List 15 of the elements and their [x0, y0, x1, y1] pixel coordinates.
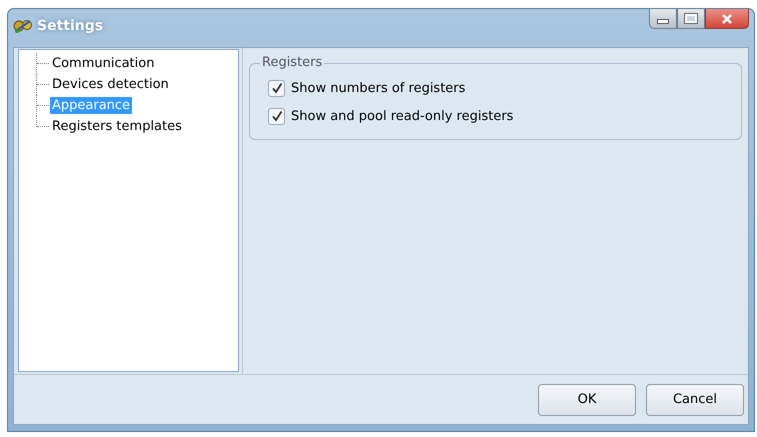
maximize-button[interactable]	[677, 9, 705, 29]
close-icon	[721, 14, 733, 24]
checkbox-label: Show and pool read-only registers	[291, 108, 514, 124]
checkbox[interactable]	[268, 108, 285, 124]
group-title: Registers	[260, 55, 324, 70]
minimize-button[interactable]	[649, 9, 677, 29]
checkbox[interactable]	[268, 80, 285, 96]
close-button[interactable]	[705, 9, 749, 29]
tree-item[interactable]: Devices detection	[50, 76, 171, 93]
tree-item[interactable]: Communication	[50, 55, 156, 72]
checkbox-label: Show numbers of registers	[291, 80, 466, 96]
dialog-button[interactable]: OK	[538, 384, 636, 416]
window-title: Settings	[37, 18, 104, 34]
tree-item[interactable]: Registers templates	[50, 118, 184, 135]
dialog-button[interactable]: Cancel	[646, 384, 744, 416]
